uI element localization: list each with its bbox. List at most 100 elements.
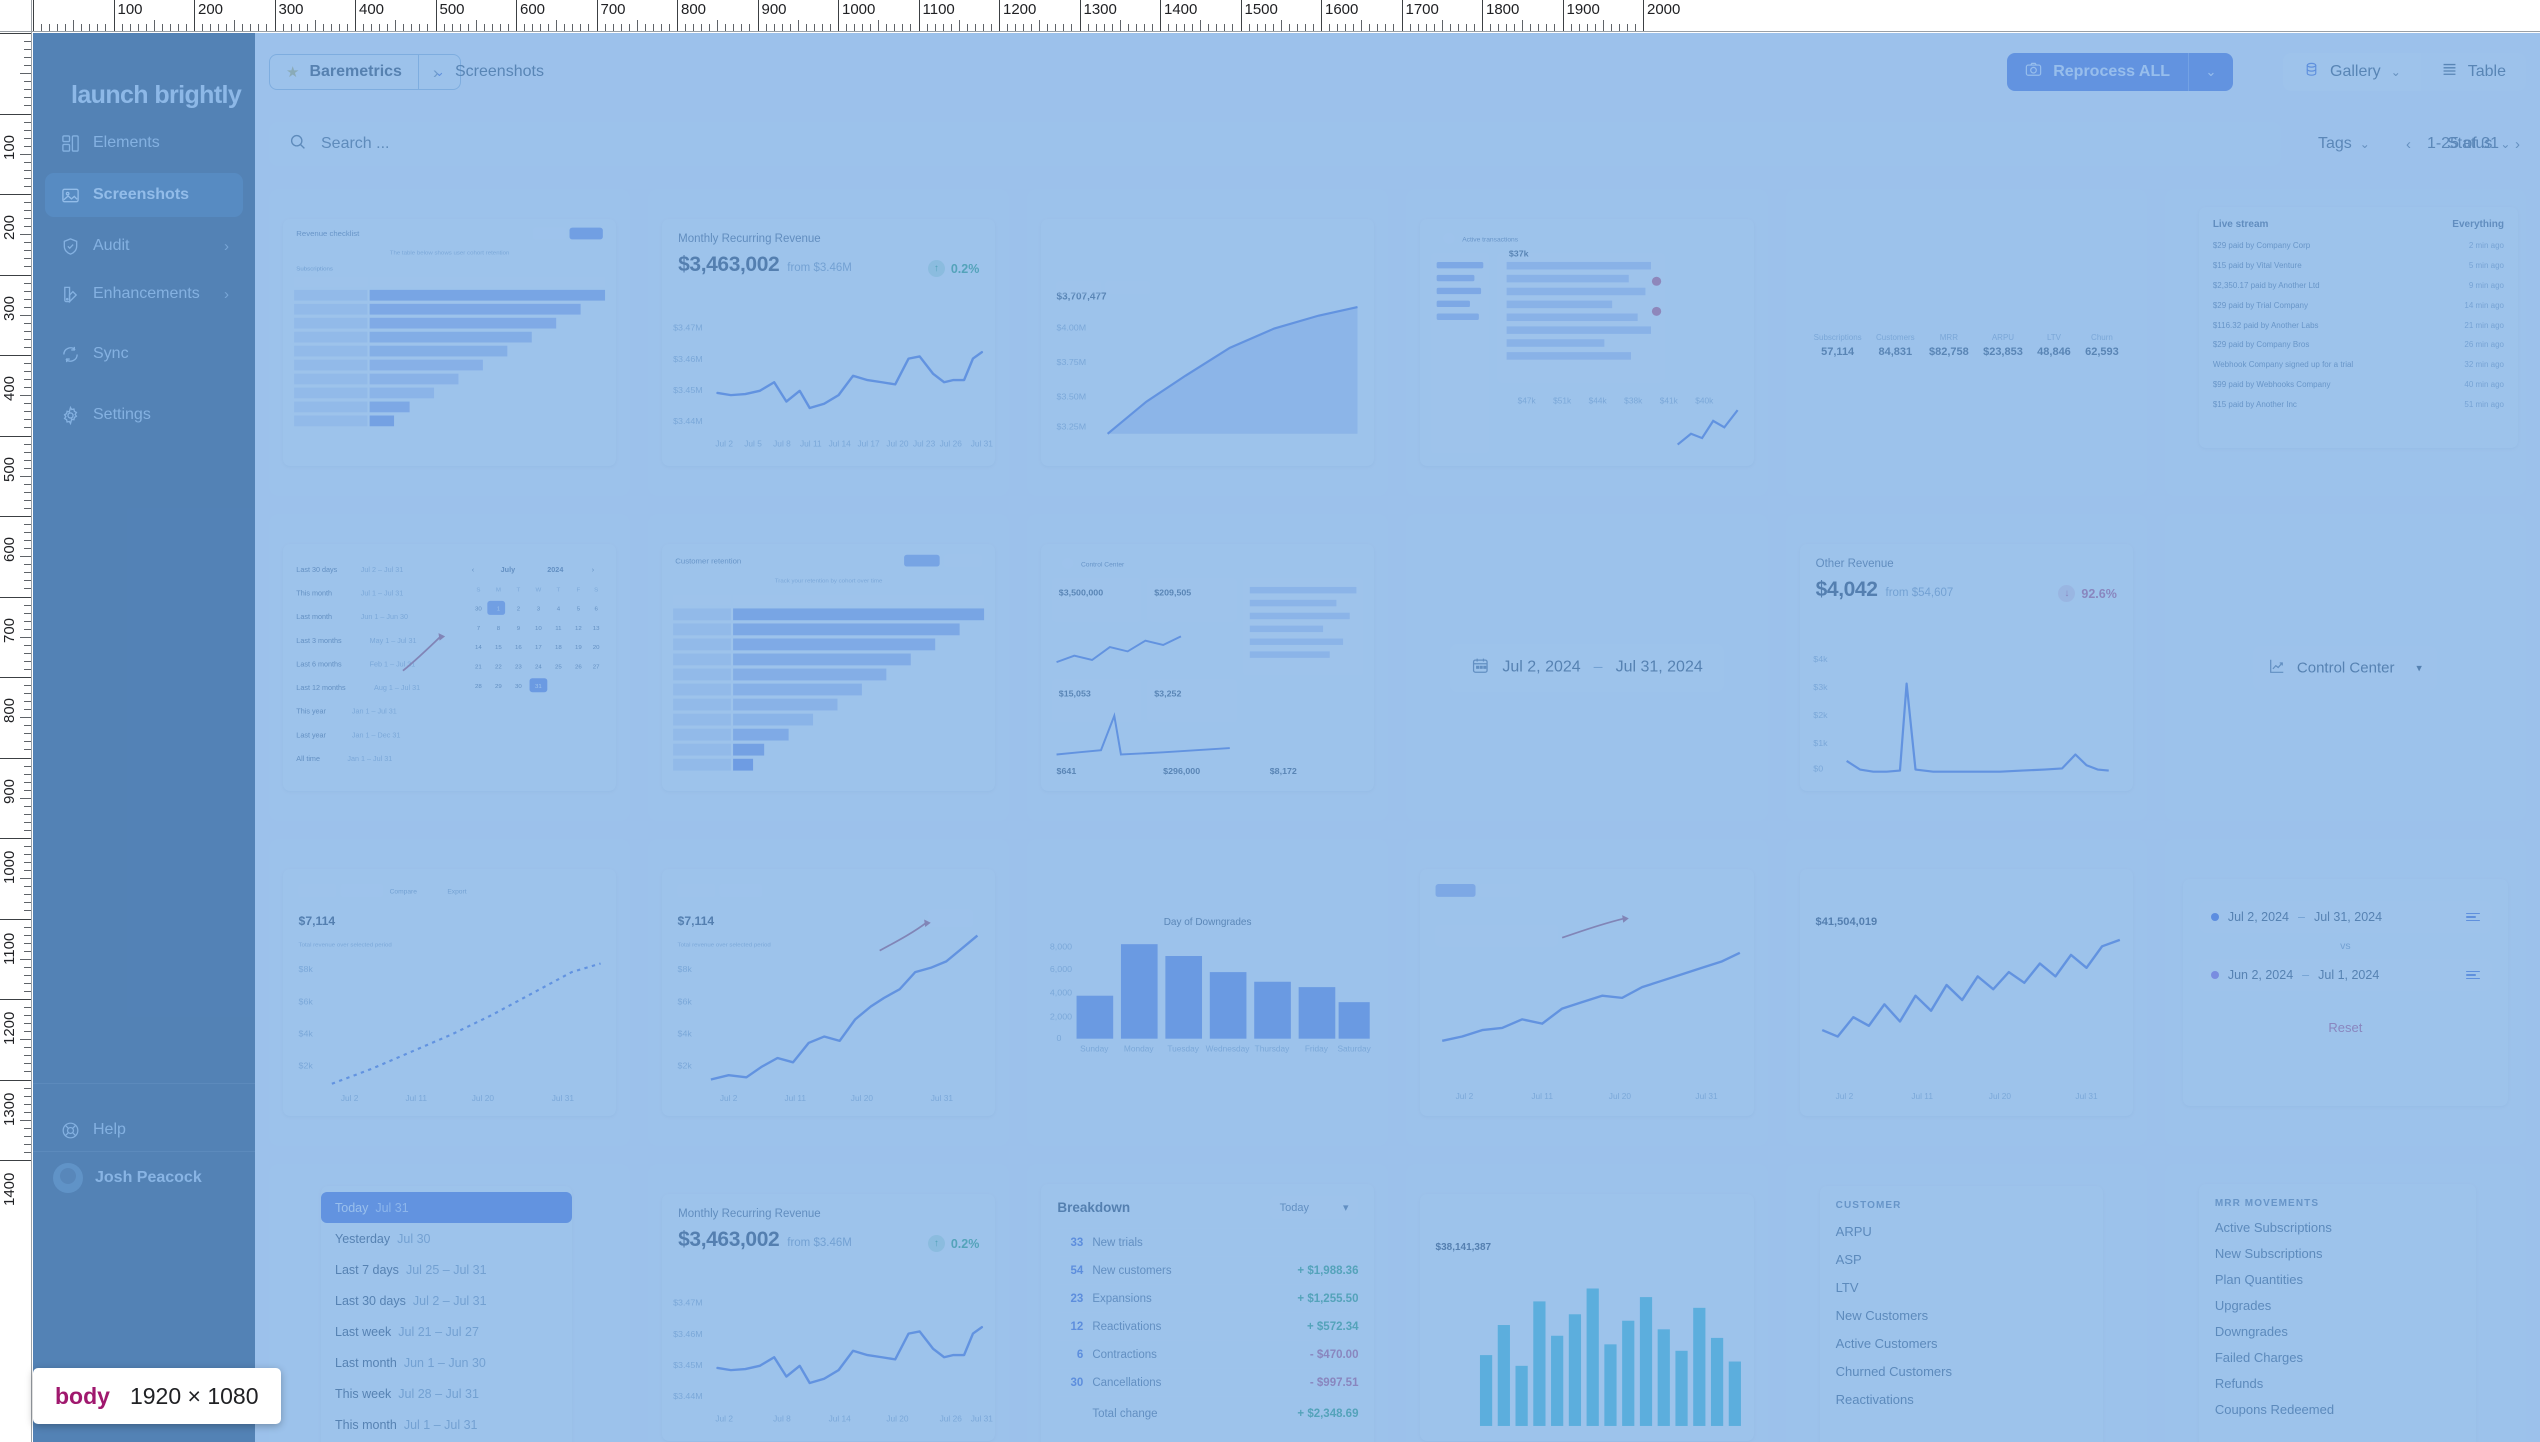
svg-text:Tuesday: Tuesday [1168,1045,1201,1054]
screenshot-thumbnail: MRR MOVEMENTS Active Subscriptions New S… [2198,1184,2476,1442]
list-item[interactable]: New Customers [1836,1308,2087,1323]
ruler-tick [24,89,31,91]
prev-page-button[interactable]: ‹ [2406,136,2411,153]
list-item[interactable]: Churned Customers [1836,1364,2087,1379]
ruler-tick [0,999,31,1000]
svg-text:Last 3 months: Last 3 months [296,637,342,645]
comparison-secondary-range[interactable]: Jun 2, 2024 – Jul 1, 2024 [2198,959,2492,991]
list-item[interactable]: Reactivations [1836,1392,2087,1407]
preset-item-last-week[interactable]: Last week Jul 21 – Jul 27 [321,1316,572,1347]
comparison-secondary-end: Jul 1, 2024 [2318,968,2380,982]
screenshot-card[interactable]: $7,114 Total revenue over selected perio… [648,839,1010,1146]
list-item[interactable]: New Subscriptions [2215,1246,2460,1261]
app-logo[interactable]: launch brightly [71,81,242,110]
list-item[interactable]: Upgrades [2215,1298,2460,1313]
screenshot-card[interactable]: Day of Downgrades 8,000 6,000 4,000 2,000 0 … [1027,839,1389,1146]
screenshot-thumbnail: Monthly Recurring Revenue $3,463,002 fro… [662,1194,996,1441]
menu-icon[interactable] [2465,970,2480,980]
list-item[interactable]: Active Subscriptions [2215,1220,2460,1235]
reprocess-all-main[interactable]: Reprocess ALL [2007,53,2188,91]
list-item[interactable]: Coupons Redeemed [2215,1402,2460,1417]
screenshot-card[interactable]: Live stream Everything $29 paid by Compa… [2164,189,2526,496]
preset-item-today[interactable]: Today Jul 31 [321,1192,573,1223]
list-item[interactable]: ARPU [1836,1224,2087,1239]
ruler-tick [1602,20,1604,31]
sidebar-item-audit[interactable]: Audit › [45,224,243,268]
ruler-tick [1361,20,1363,31]
screenshot-card[interactable]: MRR MOVEMENTS Active Subscriptions New S… [2164,1164,2526,1442]
screenshot-card[interactable]: Breakdown Today ▾ 33 New trials 54 New cus… [1027,1164,1389,1442]
screenshot-card[interactable]: Jul 2 Jul 11 Jul 20 Jul 31 [1406,839,1768,1146]
comparison-primary-range[interactable]: Jul 2, 2024 – Jul 31, 2024 [2198,901,2492,933]
tab-table[interactable]: Table [2421,53,2526,91]
list-item[interactable]: Refunds [2215,1376,2460,1391]
preset-item-this-month[interactable]: This month Jul 1 – Jul 31 [321,1409,572,1440]
screenshot-card[interactable]: Subscriptions 57,114 Customers 84,831 MRR $… [1785,189,2147,496]
reprocess-all-dropdown[interactable]: ⌄ [2188,53,2233,91]
tags-filter[interactable]: Tags ⌄ [2318,135,2370,153]
search-input[interactable]: Search ... [269,122,2281,166]
screenshot-card[interactable]: Customer retention Track your retention … [648,514,1010,821]
kpi-label: Churn [2091,332,2113,342]
live-stream-filter[interactable]: Everything [2452,219,2504,230]
preset-item-yesterday[interactable]: Yesterday Jul 30 [321,1223,572,1254]
screenshot-card[interactable]: Control Center ▾ [2164,514,2526,821]
screenshot-card[interactable]: Other Revenue $4,042 from $54,607 ↓ 92.6… [1785,514,2147,821]
screenshot-card[interactable]: $3,707,477 $4.00M $3.75M $3.50M $3.25M [1027,189,1389,496]
sidebar-item-enhancements[interactable]: Enhancements › [45,272,243,316]
ruler-tick [660,24,662,31]
screenshot-card[interactable]: Monthly Recurring Revenue $3,463,002 fro… [648,189,1010,496]
ruler-tick [1634,24,1636,31]
menu-icon[interactable] [2465,912,2480,922]
preset-item-last-7-days[interactable]: Last 7 days Jul 25 – Jul 31 [321,1254,572,1285]
screenshot-card[interactable]: Jul 2, 2024 – Jul 31, 2024 vs Jun 2, 202… [2164,839,2526,1146]
breakdown-label: Expansions [1092,1292,1152,1305]
date-range-picker[interactable]: Jul 2, 2024 – Jul 31, 2024 [1449,643,1725,692]
project-selector-main[interactable]: ★ Baremetrics [270,55,418,89]
sidebar-item-settings[interactable]: Settings [45,393,243,437]
screenshot-card[interactable]: Monthly Recurring Revenue $3,463,002 fro… [648,1164,1010,1442]
screenshot-card[interactable]: Last 30 days Jul 2 – Jul 31 This month Jul… [269,514,631,821]
sidebar-item-help[interactable]: Help [45,1108,243,1152]
ruler-tick [153,20,155,31]
preset-item-last-month[interactable]: Last month Jun 1 – Jun 30 [321,1347,572,1378]
screenshot-card[interactable]: Compare Export $7,114 Total revenue over… [269,839,631,1146]
list-item[interactable]: Active Customers [1836,1336,2087,1351]
ruler-tick [41,24,43,31]
screenshot-card[interactable]: Today Jul 31 Yesterday Jul 30 Last 7 day… [269,1164,631,1442]
ruler-tick [24,982,31,984]
list-item[interactable]: Plan Quantities [2215,1272,2460,1287]
list-item[interactable]: ASP [1836,1252,2087,1267]
preset-item-this-week[interactable]: This week Jul 28 – Jul 31 [321,1378,572,1409]
ruler-tick [1232,24,1234,31]
control-center-dropdown[interactable]: Control Center ▾ [2252,645,2438,690]
screenshot-card[interactable]: CUSTOMER ARPU ASP LTV New Customers Acti… [1785,1164,2147,1442]
sidebar-item-sync[interactable]: Sync [45,332,243,376]
sidebar-item-elements[interactable]: Elements [45,121,243,165]
reset-button[interactable]: Reset [2198,1011,2492,1044]
list-item[interactable]: Failed Charges [2215,1350,2460,1365]
screenshot-card[interactable]: $38,141,387 [1406,1164,1768,1442]
svg-text:Jul 8: Jul 8 [773,1415,791,1424]
ruler-tick [1530,24,1532,31]
screenshot-card[interactable]: Revenue checklist The table below shows … [269,189,631,496]
screenshot-card[interactable]: Control Center $3,500,000 $209,505 $15,0… [1027,514,1389,821]
live-stream-text: $15 paid by Another Inc [2212,399,2297,409]
breakdown-period-select[interactable]: Today ▾ [1269,1196,1359,1219]
next-page-button[interactable]: › [2515,136,2520,153]
screenshot-card[interactable]: $41,504,019 Jul 2 Jul 11 Jul 20 Jul 31 [1785,839,2147,1146]
preset-item-last-30-days[interactable]: Last 30 days Jul 2 – Jul 31 [321,1285,572,1316]
list-item[interactable]: Downgrades [2215,1324,2460,1339]
screenshot-card[interactable]: Jul 2, 2024 – Jul 31, 2024 [1406,514,1768,821]
screenshot-card[interactable]: Active transactions $37k $47k $51k $44k … [1406,189,1768,496]
ruler-label: 500 [439,1,465,18]
reprocess-all-button[interactable]: Reprocess ALL ⌄ [2007,53,2233,91]
project-selector-dropdown[interactable]: ⌄ [417,55,460,89]
list-item[interactable]: LTV [1836,1280,2087,1295]
user-profile-row[interactable]: Josh Peacock [53,1163,202,1193]
sidebar-item-screenshots[interactable]: Screenshots [45,173,243,217]
svg-text:Jul 14: Jul 14 [829,1415,852,1424]
ruler-tick [282,24,284,31]
tab-gallery[interactable]: Gallery ⌄ [2283,53,2421,91]
svg-text:Subscriptions: Subscriptions [296,267,333,273]
